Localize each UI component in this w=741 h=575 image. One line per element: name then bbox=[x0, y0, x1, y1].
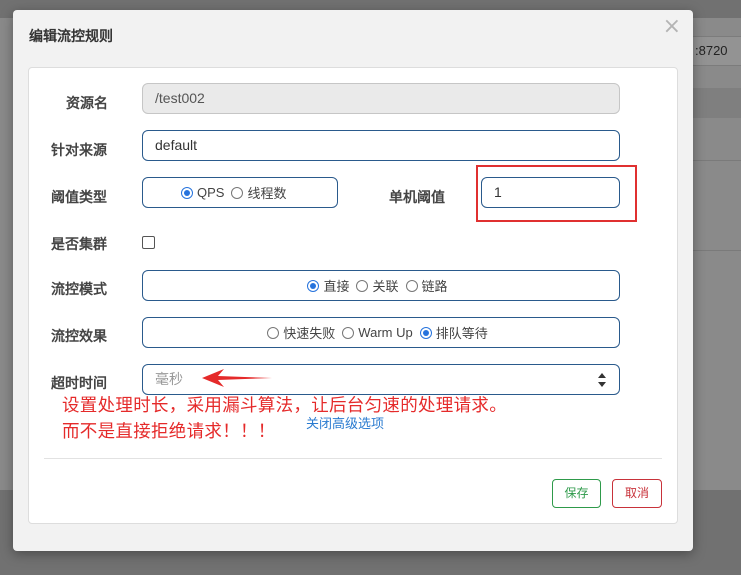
single-threshold-label: 单机阈值 bbox=[389, 190, 445, 206]
radio-selected-icon bbox=[307, 279, 320, 292]
control-behavior-radio-group: 快速失败 Warm Up 排队等待 bbox=[142, 317, 620, 348]
radio-warm-up[interactable]: Warm Up bbox=[342, 325, 413, 340]
resource-name-label: 资源名 bbox=[66, 96, 108, 112]
background-address-field: :8720 bbox=[690, 36, 741, 66]
radio-selected-icon bbox=[419, 326, 432, 339]
radio-unselected-icon bbox=[267, 326, 280, 339]
close-icon[interactable]: × bbox=[663, 14, 681, 39]
limit-app-label: 针对来源 bbox=[51, 143, 107, 159]
control-behavior-label: 流控效果 bbox=[51, 329, 107, 345]
annotation-line-1: 设置处理时长，采用漏斗算法，让后台匀速的处理请求。 bbox=[62, 396, 507, 416]
background-divider bbox=[690, 160, 741, 161]
strategy-radio-group: 直接 关联 链路 bbox=[142, 270, 620, 301]
cancel-button[interactable]: 取消 bbox=[612, 479, 662, 508]
cluster-checkbox[interactable] bbox=[142, 236, 155, 249]
limit-app-input[interactable]: default bbox=[142, 130, 620, 161]
resource-name-input[interactable]: /test002 bbox=[142, 83, 620, 114]
radio-direct-label: 直接 bbox=[323, 279, 350, 294]
background-divider bbox=[690, 250, 741, 251]
threshold-type-label: 阈值类型 bbox=[51, 190, 107, 206]
red-arrow-icon bbox=[202, 369, 272, 387]
radio-thread-count-label: 线程数 bbox=[247, 186, 287, 201]
timeout-label: 超时时间 bbox=[51, 376, 107, 392]
radio-unselected-icon bbox=[405, 279, 418, 292]
strategy-label: 流控模式 bbox=[51, 282, 107, 298]
radio-relate-label: 关联 bbox=[372, 279, 399, 294]
radio-fast-fail-label: 快速失败 bbox=[283, 326, 336, 341]
radio-queue[interactable]: 排队等待 bbox=[419, 323, 488, 342]
timeout-placeholder: 毫秒 bbox=[155, 371, 183, 387]
radio-thread-count[interactable]: 线程数 bbox=[231, 183, 286, 202]
radio-direct[interactable]: 直接 bbox=[307, 276, 349, 295]
number-spinner-icon[interactable] bbox=[598, 373, 606, 387]
radio-fast-fail[interactable]: 快速失败 bbox=[267, 323, 335, 342]
radio-chain-label: 链路 bbox=[421, 279, 448, 294]
radio-selected-icon bbox=[181, 186, 193, 199]
dialog-title: 编辑流控规则 bbox=[29, 29, 113, 45]
footer-divider bbox=[44, 458, 662, 459]
highlight-box bbox=[476, 165, 637, 222]
radio-unselected-icon bbox=[342, 326, 355, 339]
annotation-line-2: 而不是直接拒绝请求！！！ bbox=[62, 422, 276, 442]
close-advanced-options-link[interactable]: 关闭高级选项 bbox=[306, 413, 384, 432]
background-band bbox=[690, 88, 741, 118]
cluster-label: 是否集群 bbox=[51, 237, 107, 253]
radio-qps-label: QPS bbox=[197, 185, 225, 200]
radio-qps[interactable]: QPS bbox=[181, 185, 224, 200]
radio-queue-label: 排队等待 bbox=[435, 326, 488, 341]
radio-relate[interactable]: 关联 bbox=[356, 276, 399, 295]
save-button[interactable]: 保存 bbox=[552, 479, 601, 508]
radio-chain[interactable]: 链路 bbox=[405, 276, 448, 295]
threshold-type-radio-group: QPS 线程数 bbox=[142, 177, 338, 208]
radio-unselected-icon bbox=[356, 279, 369, 292]
radio-unselected-icon bbox=[231, 186, 244, 199]
radio-warm-up-label: Warm Up bbox=[358, 325, 413, 340]
